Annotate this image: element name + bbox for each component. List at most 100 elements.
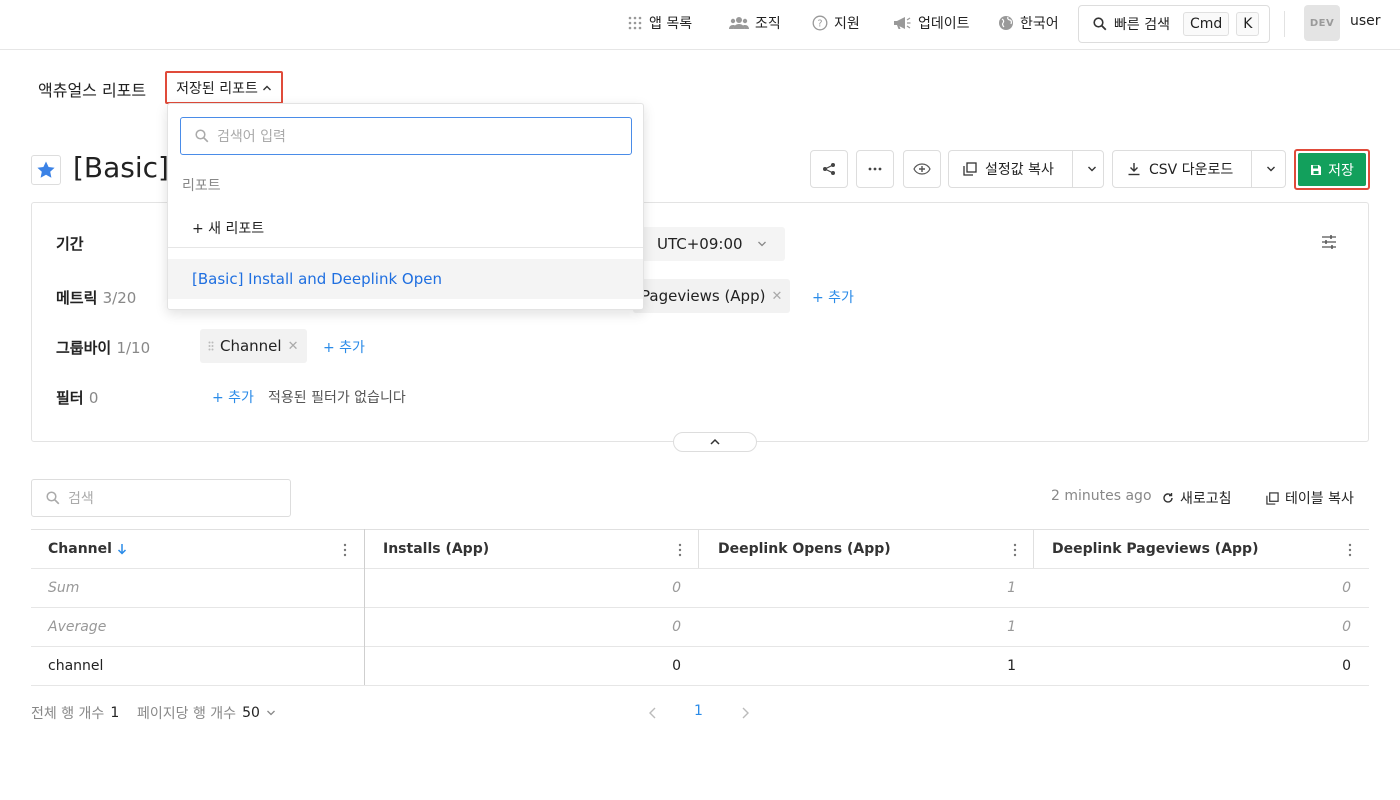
chevron-left-icon[interactable] xyxy=(648,706,658,720)
column-header-installs[interactable]: Installs (App) xyxy=(383,530,489,568)
csv-download-button[interactable]: CSV 다운로드 xyxy=(1112,150,1286,188)
report-search-placeholder: 검색어 입력 xyxy=(217,129,286,145)
avatar[interactable]: DEV xyxy=(1304,5,1340,41)
globe-icon xyxy=(999,16,1013,30)
copy-table-button[interactable]: 테이블 복사 xyxy=(1266,488,1354,508)
org-link[interactable]: 조직 xyxy=(729,0,781,46)
sort-arrow-down-icon[interactable] xyxy=(117,543,127,555)
column-menu-icon[interactable] xyxy=(678,543,682,557)
copy-icon xyxy=(1266,491,1279,505)
refresh-button[interactable]: 새로고침 xyxy=(1162,488,1232,508)
svg-text:?: ? xyxy=(817,19,822,30)
search-icon xyxy=(1093,17,1107,31)
table-header-row: Channel Installs (App) Deeplink Opens (A… xyxy=(31,530,1369,569)
groupby-chip-label: Channel xyxy=(220,337,282,355)
view-mode-button[interactable] xyxy=(903,150,941,188)
grid-icon xyxy=(628,16,642,30)
share-icon xyxy=(823,163,835,175)
column-divider[interactable] xyxy=(698,529,699,568)
total-rows-label: 전체 행 개수 xyxy=(31,706,105,722)
rows-per-page-selector[interactable]: 페이지당 행 개수 50 xyxy=(137,703,276,723)
report-search-input[interactable]: 검색어 입력 xyxy=(180,117,632,155)
close-icon[interactable]: ✕ xyxy=(288,339,299,354)
total-rows: 전체 행 개수 1 xyxy=(31,703,119,723)
app-list-label: 앱 목록 xyxy=(649,16,693,32)
top-bar: 앱 목록 조직 ? 지원 업데이트 한국어 빠른 검색 Cmd K DEV us… xyxy=(0,0,1400,50)
people-icon xyxy=(729,17,749,29)
timezone-selector[interactable]: UTC+09:00 xyxy=(639,227,785,261)
filter-label-text: 필터 xyxy=(56,389,84,407)
cell-deeplink-pageviews: 0 xyxy=(1342,580,1351,596)
more-options-button[interactable] xyxy=(856,150,894,188)
chevron-down-icon[interactable] xyxy=(1087,165,1097,173)
column-header-label: Channel xyxy=(48,541,112,557)
collapse-panel-button[interactable] xyxy=(673,432,757,452)
column-menu-icon[interactable] xyxy=(1348,543,1352,557)
new-report-item[interactable]: + 새 리포트 xyxy=(192,218,264,238)
drag-handle-icon[interactable] xyxy=(208,341,214,351)
save-button[interactable]: 저장 xyxy=(1294,149,1370,190)
column-menu-icon[interactable] xyxy=(1013,543,1017,557)
app-list-link[interactable]: 앱 목록 xyxy=(627,0,692,46)
save-label: 저장 xyxy=(1328,162,1354,179)
table-search-input[interactable]: 검색 xyxy=(31,479,291,517)
saved-report-item-label: [Basic] Install and Deeplink Open xyxy=(192,270,442,288)
dropdown-divider xyxy=(168,247,643,248)
language-label: 한국어 xyxy=(1020,16,1059,32)
groupby-chip[interactable]: Channel ✕ xyxy=(200,329,307,363)
saved-reports-dropdown-button[interactable]: 저장된 리포트 xyxy=(165,71,283,104)
megaphone-icon xyxy=(894,17,911,29)
settings-sliders-icon[interactable] xyxy=(1320,233,1338,251)
row-label: Sum xyxy=(48,580,80,596)
chevron-right-icon[interactable] xyxy=(740,706,750,720)
chevron-down-icon xyxy=(757,241,766,247)
add-filter-link[interactable]: + 추가 xyxy=(212,387,254,407)
period-label: 기간 xyxy=(56,235,84,253)
cell-deeplink-opens: 1 xyxy=(1007,580,1016,596)
last-updated: 2 minutes ago xyxy=(1051,488,1152,504)
column-header-deeplink-pageviews[interactable]: Deeplink Pageviews (App) xyxy=(1052,530,1258,568)
support-link[interactable]: ? 지원 xyxy=(812,0,860,46)
more-horizontal-icon xyxy=(868,167,882,171)
save-button-inner[interactable]: 저장 xyxy=(1298,153,1366,186)
topbar-divider xyxy=(1284,11,1285,37)
data-table: Channel Installs (App) Deeplink Opens (A… xyxy=(31,529,1369,686)
username[interactable]: user xyxy=(1350,13,1381,29)
share-button[interactable] xyxy=(810,150,848,188)
help-circle-icon: ? xyxy=(812,15,828,31)
chevron-down-icon xyxy=(266,710,275,716)
metric-chip[interactable]: Pageviews (App) ✕ xyxy=(633,279,791,313)
table-row[interactable]: channel 0 1 0 xyxy=(31,647,1369,686)
column-header-deeplink-opens[interactable]: Deeplink Opens (App) xyxy=(718,530,891,568)
close-icon[interactable]: ✕ xyxy=(771,289,782,304)
filter-count: 0 xyxy=(88,389,99,407)
favorite-button[interactable] xyxy=(31,155,61,185)
cell-deeplink-opens: 1 xyxy=(1007,658,1016,674)
language-selector[interactable]: 한국어 xyxy=(998,0,1059,46)
column-header-channel[interactable]: Channel xyxy=(48,530,127,568)
timezone-value: UTC+09:00 xyxy=(657,235,743,253)
saved-report-item[interactable]: [Basic] Install and Deeplink Open xyxy=(168,259,643,299)
star-icon xyxy=(37,161,55,178)
quick-search-label: 빠른 검색 xyxy=(1114,17,1170,33)
metrics-count: 3/20 xyxy=(102,289,137,307)
updates-label: 업데이트 xyxy=(918,16,970,32)
add-metric-link[interactable]: + 추가 xyxy=(812,287,854,307)
no-filter-text: 적용된 필터가 없습니다 xyxy=(268,390,406,406)
refresh-icon xyxy=(1163,493,1173,503)
copy-settings-label: 설정값 복사 xyxy=(985,162,1054,178)
updates-link[interactable]: 업데이트 xyxy=(892,0,970,46)
copy-settings-button[interactable]: 설정값 복사 xyxy=(948,150,1104,188)
chevron-down-icon[interactable] xyxy=(1266,165,1276,173)
metrics-label: 메트릭 3/20 xyxy=(56,287,136,308)
column-divider[interactable] xyxy=(1033,529,1034,568)
search-icon xyxy=(46,491,60,505)
org-label: 조직 xyxy=(755,16,781,32)
quick-search-button[interactable]: 빠른 검색 Cmd K xyxy=(1078,5,1270,43)
page-number-current[interactable]: 1 xyxy=(694,703,703,719)
filter-label: 필터 0 xyxy=(56,387,98,408)
row-label: channel xyxy=(48,658,104,674)
cell-deeplink-pageviews: 0 xyxy=(1342,619,1351,635)
add-groupby-link[interactable]: + 추가 xyxy=(323,337,365,357)
column-menu-icon[interactable] xyxy=(343,543,347,557)
